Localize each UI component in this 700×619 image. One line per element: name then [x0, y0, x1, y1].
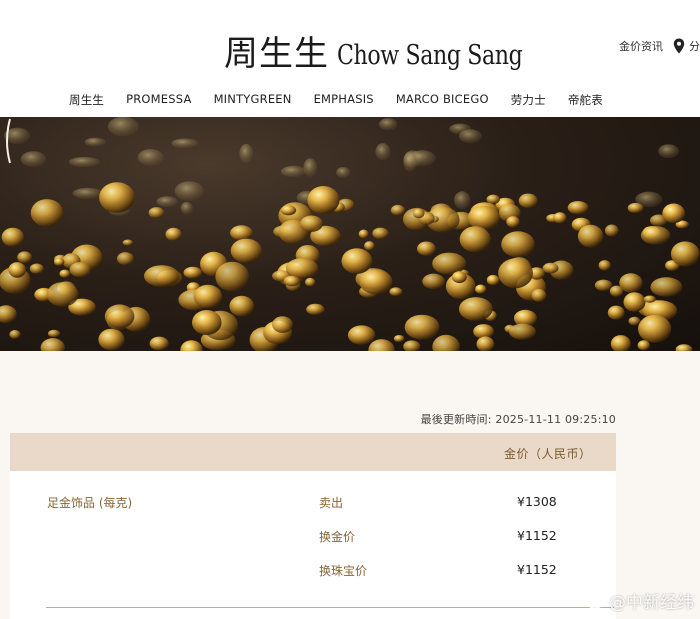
price-value-exchange-jewelry: ¥1152 [517, 562, 557, 577]
price-type-exchange-gold: 换金价 [319, 530, 356, 544]
weibo-icon [586, 593, 605, 609]
brand-logo-cn: 周生生 [224, 34, 329, 74]
watermark: @中新经纬 [586, 588, 694, 613]
watermark-text: @中新经纬 [609, 593, 694, 613]
location-pin-icon[interactable] [673, 38, 685, 54]
site-header: 周生生 Chow Sang Sang 金价资讯 分 周生生 PROMESSA M… [0, 0, 700, 117]
product-label: 足金饰品 (每克) [47, 496, 133, 510]
gold-nuggets-image [0, 117, 700, 351]
gold-price-table: 金价（人民币） 足金饰品 (每克) 卖出 ¥1308 换金价 ¥1152 换珠宝… [10, 433, 616, 619]
utility-bar: 金价资讯 分 [619, 38, 700, 54]
brand-logo[interactable]: 周生生 Chow Sang Sang [224, 28, 563, 74]
hero-banner [0, 117, 700, 351]
nav-item-promessa[interactable]: PROMESSA [126, 92, 191, 108]
main-nav: 周生生 PROMESSA MINTYGREEN EMPHASIS MARCO B… [69, 92, 625, 108]
table-header: 金价（人民币） [10, 433, 616, 471]
brand-logo-en: Chow Sang Sang [337, 40, 523, 71]
nav-item-marco-bicego[interactable]: MARCO BICEGO [396, 92, 489, 108]
nav-item-mintygreen[interactable]: MINTYGREEN [214, 92, 292, 108]
nav-item-rolex[interactable]: 劳力士 [511, 92, 546, 108]
nav-item-tudor[interactable]: 帝舵表 [568, 92, 603, 108]
table-divider [46, 607, 614, 608]
price-value-exchange-gold: ¥1152 [517, 528, 557, 543]
price-value-sell: ¥1308 [517, 494, 557, 509]
carousel-prev-icon[interactable] [0, 117, 12, 165]
nav-item-chow-sang-sang[interactable]: 周生生 [69, 92, 104, 108]
price-type-sell: 卖出 [319, 496, 344, 510]
column-header-price: 金价（人民币） [504, 447, 592, 461]
store-locator-label[interactable]: 分 [689, 38, 700, 54]
gold-price-info-link[interactable]: 金价资讯 [619, 38, 663, 54]
nav-item-emphasis[interactable]: EMPHASIS [314, 92, 374, 108]
price-type-exchange-jewelry: 换珠宝价 [319, 564, 368, 578]
last-updated-time: 最後更新時间: 2025-11-11 09:25:10 [420, 413, 616, 426]
